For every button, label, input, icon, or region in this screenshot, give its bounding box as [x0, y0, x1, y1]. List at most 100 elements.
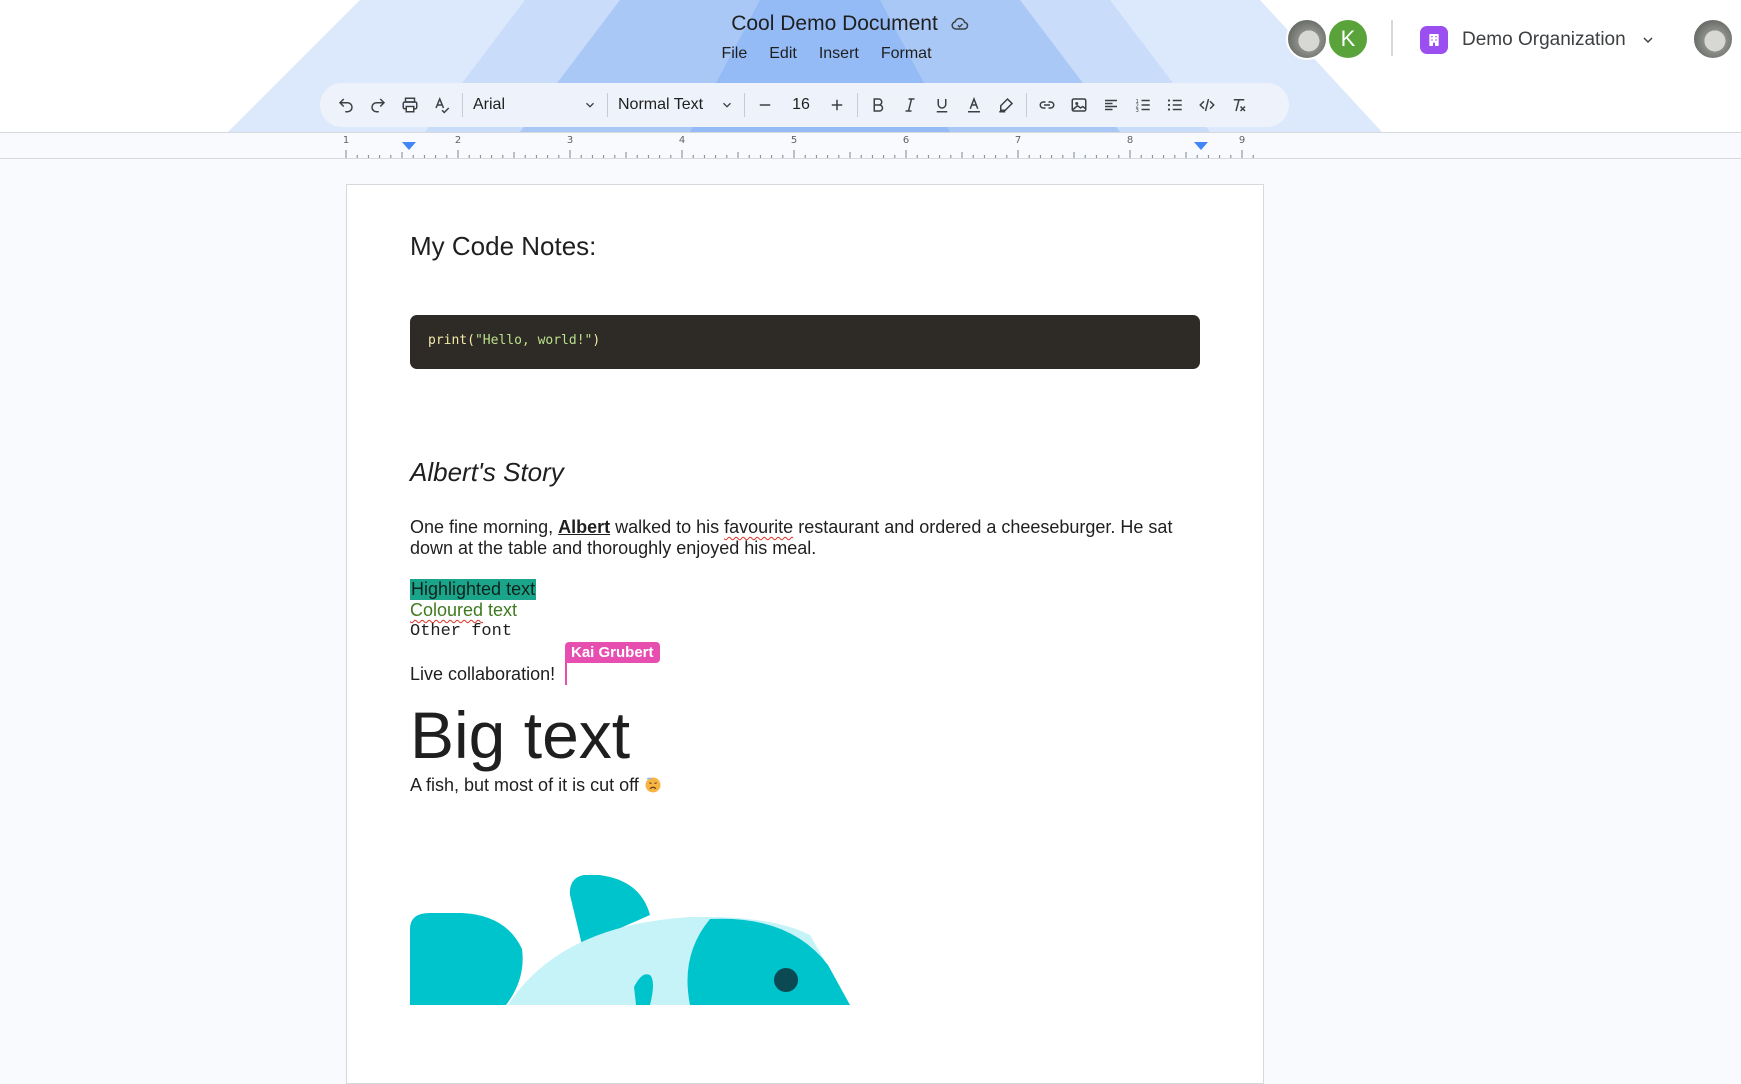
document-title[interactable]: Cool Demo Document: [731, 12, 938, 36]
ruler-number: 1: [343, 135, 349, 146]
code-button[interactable]: [1191, 89, 1223, 121]
ruler-number: 7: [1015, 135, 1021, 146]
fish-caption[interactable]: A fish, but most of it is cut off: [410, 775, 662, 796]
code-close: ): [592, 333, 601, 348]
header-divider: [1391, 20, 1393, 56]
toolbar-divider: [744, 93, 745, 117]
bulleted-list-button[interactable]: [1159, 89, 1191, 121]
align-left-icon: [1105, 99, 1117, 111]
ruler-number: 5: [791, 135, 797, 146]
font-family-select[interactable]: Arial: [467, 89, 603, 121]
clear-format-icon: [1233, 99, 1246, 112]
coloured-word: Coloured: [410, 600, 484, 620]
collaborator-avatar-k[interactable]: K: [1327, 18, 1369, 60]
collaborator-caret: [565, 661, 567, 685]
menu-edit[interactable]: Edit: [769, 45, 797, 63]
code-block[interactable]: print("Hello, world!"): [410, 315, 1200, 369]
fish-image[interactable]: [410, 875, 870, 1005]
bulleted-list-icon: [1167, 99, 1182, 111]
spellcheck-icon: [435, 97, 450, 114]
para-bold-name: Albert: [558, 517, 611, 537]
toolbar-divider: [607, 93, 608, 117]
ruler-scale: 1 2 3 4 5 6 7 8 9: [343, 135, 1254, 158]
menu-format[interactable]: Format: [881, 45, 932, 63]
text-color-icon: [968, 96, 980, 113]
chevron-down-icon: [723, 102, 731, 108]
chevron-down-icon: [1643, 37, 1653, 44]
decrease-font-size-button[interactable]: [749, 89, 781, 121]
ruler-number: 6: [903, 135, 909, 146]
insert-image-button[interactable]: [1063, 89, 1095, 121]
organization-name: Demo Organization: [1462, 29, 1626, 50]
chevron-down-icon: [586, 102, 594, 108]
ruler-number: 2: [455, 135, 461, 146]
print-icon: [402, 97, 418, 113]
plus-icon: [831, 99, 843, 111]
ruler-number: 8: [1127, 135, 1133, 146]
document-page[interactable]: My Code Notes: print("Hello, world!") Al…: [346, 184, 1264, 1084]
ruler-number: 9: [1239, 135, 1245, 146]
image-icon: [1071, 98, 1087, 112]
underline-button[interactable]: [926, 89, 958, 121]
svg-text:3: 3: [1136, 108, 1139, 114]
redo-icon: [371, 98, 386, 113]
print-button[interactable]: [394, 89, 426, 121]
bold-button[interactable]: [862, 89, 894, 121]
toolbar-divider: [857, 93, 858, 117]
align-button[interactable]: [1095, 89, 1127, 121]
misspelled-word[interactable]: favourite: [724, 517, 793, 537]
redo-button[interactable]: [362, 89, 394, 121]
toolbar-divider: [1026, 93, 1027, 117]
big-text[interactable]: Big text: [410, 695, 630, 775]
building-icon: [1420, 26, 1448, 54]
menu-insert[interactable]: Insert: [819, 45, 859, 63]
coloured-text[interactable]: Coloured text: [410, 600, 517, 621]
text-style-value: Normal Text: [618, 96, 704, 113]
app-header: Cool Demo Document File Edit Insert Form…: [0, 0, 1741, 132]
other-font-text[interactable]: Other font: [410, 622, 512, 641]
collaborator-cursor-label: Kai Grubert: [565, 642, 660, 663]
highlight-icon: [999, 97, 1014, 113]
clear-formatting-button[interactable]: [1223, 89, 1255, 121]
toolbar-divider: [462, 93, 463, 117]
coloured-rest: text: [483, 600, 518, 620]
ruler: 1 2 3 4 5 6 7 8 9: [0, 132, 1741, 159]
menu-file[interactable]: File: [721, 45, 747, 63]
text-style-select[interactable]: Normal Text: [612, 89, 740, 121]
undo-icon: [338, 98, 353, 113]
undo-button[interactable]: [330, 89, 362, 121]
code-string: "Hello, world!": [474, 333, 593, 348]
spellcheck-button[interactable]: [426, 89, 458, 121]
collaborator-avatar-photo[interactable]: [1286, 18, 1328, 60]
para-text: walked to his: [610, 517, 725, 537]
ruler-indent-marker[interactable]: [1194, 142, 1208, 150]
numbered-list-button[interactable]: 123: [1127, 89, 1159, 121]
cloud-saved-icon: [951, 17, 969, 30]
heading-code-notes[interactable]: My Code Notes:: [410, 231, 596, 262]
highlight-button[interactable]: [990, 89, 1022, 121]
sad-face-emoji-icon: [645, 777, 661, 793]
numbered-list-icon: 123: [1136, 99, 1150, 114]
live-collaboration-text[interactable]: Live collaboration!: [410, 664, 555, 685]
ruler-number: 4: [679, 135, 685, 146]
italic-button[interactable]: [894, 89, 926, 121]
italic-icon: [905, 98, 915, 112]
code-function: print(: [428, 333, 475, 348]
code-icon: [1199, 98, 1215, 112]
ruler-indent-marker[interactable]: [402, 142, 416, 150]
font-family-value: Arial: [473, 96, 506, 113]
minus-icon: [759, 104, 771, 106]
text-color-button[interactable]: [958, 89, 990, 121]
increase-font-size-button[interactable]: [821, 89, 853, 121]
para-text: One fine morning,: [410, 517, 559, 537]
underline-icon: [936, 99, 948, 113]
story-paragraph[interactable]: One fine morning, Albert walked to his f…: [410, 517, 1200, 559]
user-avatar[interactable]: [1692, 18, 1734, 60]
link-icon: [1039, 101, 1055, 109]
organization-switcher[interactable]: Demo Organization: [1420, 26, 1656, 54]
highlighted-text[interactable]: Highlighted text: [410, 579, 537, 600]
insert-link-button[interactable]: [1031, 89, 1063, 121]
formatting-toolbar: Arial Normal Text 16 1 2 3: [320, 83, 1289, 127]
font-size-input[interactable]: 16: [781, 96, 821, 114]
heading-story[interactable]: Albert's Story: [410, 457, 564, 488]
